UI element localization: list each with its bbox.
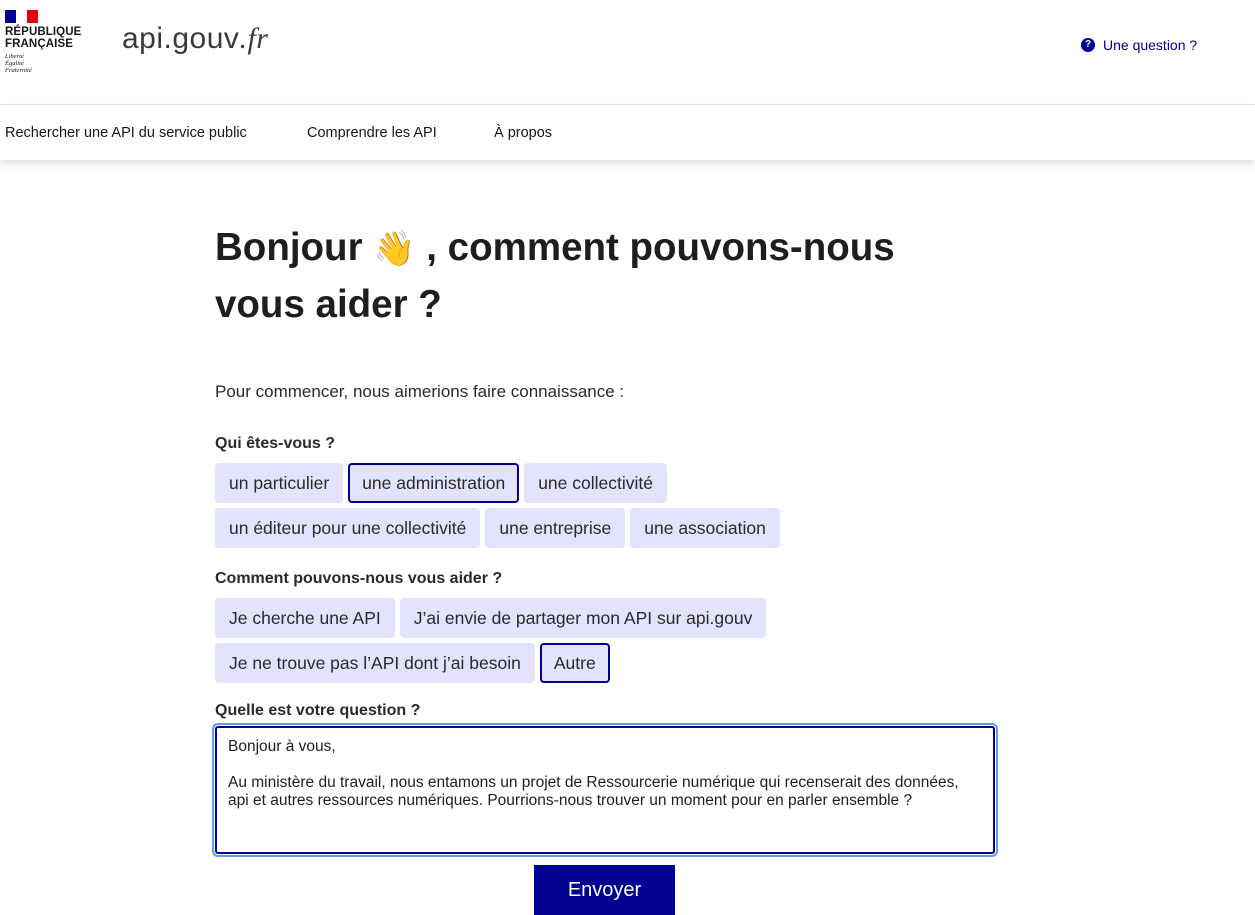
french-flag-icon	[5, 10, 38, 23]
main-content: Bonjour 👋 , comment pouvons-nous vous ai…	[215, 220, 1015, 332]
republique-line-1: RÉPUBLIQUE	[5, 26, 82, 38]
republique-francaise-logo[interactable]: RÉPUBLIQUE FRANÇAISE Liberté Égalité Fra…	[5, 10, 95, 74]
who-option-association[interactable]: une association	[630, 508, 780, 548]
who-option-entreprise[interactable]: une entreprise	[485, 508, 626, 548]
help-link-label: Une question ?	[1103, 37, 1198, 53]
devise: Liberté Égalité Fraternité	[5, 53, 95, 74]
who-option-administration[interactable]: une administration	[348, 463, 520, 503]
devise-liberte: Liberté	[5, 53, 24, 60]
question-textarea[interactable]: Bonjour à vous, Au ministère du travail,…	[212, 723, 998, 857]
title-part-1: Bonjour	[215, 226, 374, 269]
page-title: Bonjour 👋 , comment pouvons-nous vous ai…	[215, 220, 995, 332]
intro-text: Pour commencer, nous aimerions faire con…	[215, 382, 625, 401]
question-label: Quelle est votre question ?	[215, 702, 421, 719]
site-name-suffix: .fr	[239, 22, 269, 55]
site-name-main: api.gouv	[122, 22, 240, 55]
question-circle-icon: ?	[1081, 38, 1095, 52]
nav-item-a-propos[interactable]: À propos	[494, 125, 552, 141]
how-label: Comment pouvons-nous vous aider ?	[215, 570, 503, 587]
who-option-collectivite[interactable]: une collectivité	[524, 463, 667, 503]
how-option-autre[interactable]: Autre	[539, 643, 610, 683]
waving-hand-icon: 👋	[373, 230, 416, 268]
who-option-particulier[interactable]: un particulier	[215, 463, 344, 503]
submit-button[interactable]: Envoyer	[534, 865, 675, 915]
republique-line-2: FRANÇAISE	[5, 38, 73, 50]
nav-item-comprendre[interactable]: Comprendre les API	[307, 125, 437, 141]
devise-fraternite: Fraternité	[5, 67, 32, 74]
help-link[interactable]: ? Une question ?	[1081, 37, 1197, 53]
how-option-cherche-api[interactable]: Je cherche une API	[215, 598, 395, 638]
who-option-editeur[interactable]: un éditeur pour une collectivité	[215, 508, 481, 548]
site-header: RÉPUBLIQUE FRANÇAISE Liberté Égalité Fra…	[0, 0, 1255, 105]
who-label: Qui êtes-vous ?	[215, 435, 336, 452]
main-nav: Rechercher une API du service public Com…	[0, 105, 1255, 160]
who-options: un particulier une administration une co…	[215, 463, 835, 548]
nav-item-rechercher[interactable]: Rechercher une API du service public	[5, 125, 247, 141]
devise-egalite: Égalité	[5, 60, 24, 67]
how-option-trouve-pas[interactable]: Je ne trouve pas l’API dont j’ai besoin	[215, 643, 535, 683]
how-options: Je cherche une API J’ai envie de partage…	[215, 598, 835, 683]
how-option-partager-api[interactable]: J’ai envie de partager mon API sur api.g…	[399, 598, 767, 638]
site-name-link[interactable]: api.gouv.fr	[122, 22, 268, 56]
